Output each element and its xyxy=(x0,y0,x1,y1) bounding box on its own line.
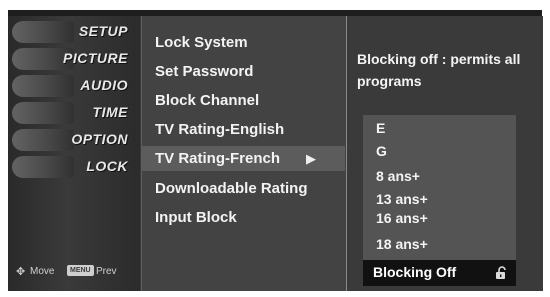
rating-option-8-ans[interactable]: 8 ans+ xyxy=(376,168,420,184)
rating-option-13-ans[interactable]: 13 ans+ xyxy=(376,191,428,207)
rating-option-16-ans[interactable]: 16 ans+ xyxy=(376,210,428,226)
menu-item-block-channel[interactable]: Block Channel xyxy=(155,92,259,109)
satellite-dish-icon xyxy=(12,21,74,43)
unlock-icon xyxy=(496,266,506,279)
rating-description: Blocking off : permits all programs xyxy=(357,51,521,89)
move-label: Move xyxy=(30,266,55,277)
menu-item-set-password[interactable]: Set Password xyxy=(155,63,253,80)
prev-label: Prev xyxy=(96,266,117,277)
menu-item-tv-rating-english[interactable]: TV Rating-English xyxy=(155,121,284,138)
sidebar-item-label: OPTION xyxy=(71,131,128,147)
speaker-icon xyxy=(12,75,74,97)
key-legend: ✥ Move MENU Prev xyxy=(8,262,140,282)
clock-icon xyxy=(12,102,74,124)
menu-key-icon: MENU xyxy=(67,265,94,276)
option-gear-icon xyxy=(12,129,74,151)
menu-item-input-block[interactable]: Input Block xyxy=(155,209,237,226)
rating-option-18-ans[interactable]: 18 ans+ xyxy=(376,236,428,252)
sidebar-item-label: LOCK xyxy=(86,158,128,174)
menu-item-lock-system[interactable]: Lock System xyxy=(155,34,248,51)
sidebar-item-label: AUDIO xyxy=(80,77,128,93)
sidebar-item-picture[interactable]: PICTURE xyxy=(8,47,140,70)
menu-item-downloadable-rating[interactable]: Downloadable Rating xyxy=(155,180,308,197)
move-arrows-icon: ✥ xyxy=(16,266,26,278)
selected-option-label[interactable]: Blocking Off xyxy=(373,264,456,280)
sidebar-item-label: PICTURE xyxy=(63,50,128,66)
sidebar-item-time[interactable]: TIME xyxy=(8,101,140,124)
sidebar-item-option[interactable]: OPTION xyxy=(8,128,140,151)
sidebar-item-setup[interactable]: SETUP xyxy=(8,20,140,43)
rating-option-g[interactable]: G xyxy=(376,143,387,159)
sidebar-item-label: TIME xyxy=(92,104,128,120)
lock-icon xyxy=(12,156,74,178)
rating-option-e[interactable]: E xyxy=(376,120,385,136)
sidebar-item-label: SETUP xyxy=(78,23,128,39)
submenu-arrow-icon: ▶ xyxy=(306,151,316,166)
sidebar-item-lock[interactable]: LOCK xyxy=(8,155,140,178)
menu-item-tv-rating-french[interactable]: TV Rating-French xyxy=(155,150,280,167)
sidebar-item-audio[interactable]: AUDIO xyxy=(8,74,140,97)
category-sidebar: SETUP PICTURE AUDIO TIME OPTION LOCK xyxy=(8,16,140,291)
